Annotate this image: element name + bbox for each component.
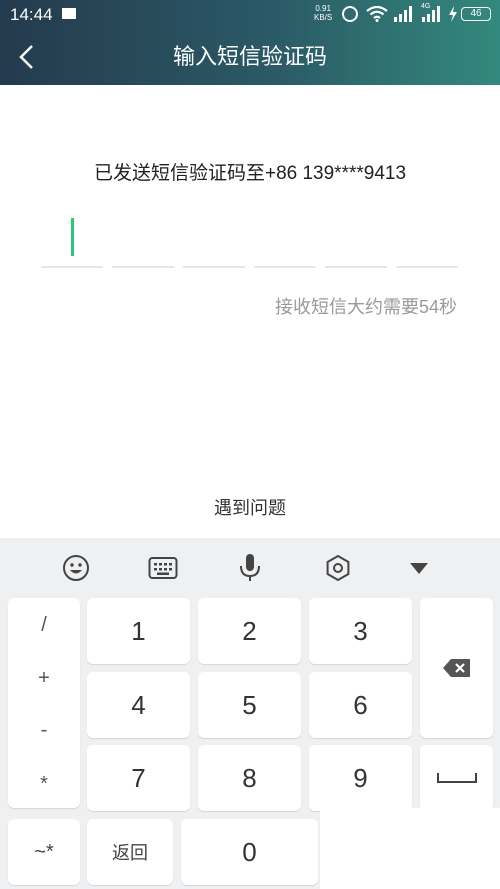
sent-message: 已发送短信验证码至+86 139****9413 <box>93 163 407 184</box>
app-header: 14:44 0.91 KB/S 4G 46 输入短信验证码 <box>0 0 500 85</box>
space-icon <box>436 773 477 783</box>
keyboard-blank-area <box>320 808 500 889</box>
battery-icon: 46 <box>461 7 491 21</box>
symbol-column: / + - * <box>8 598 80 808</box>
text-cursor <box>71 218 74 256</box>
code-slot[interactable] <box>254 266 316 268</box>
numeric-keyboard: / + - * 1 2 3 4 5 6 7 8 9 ~* 返回 0 <box>0 538 500 889</box>
status-bar: 14:44 0.91 KB/S 4G 46 <box>0 0 500 30</box>
digit-key-9[interactable]: 9 <box>309 745 412 811</box>
emoji-icon <box>63 555 89 581</box>
code-slot[interactable] <box>112 266 174 268</box>
net-speed-unit: KB/S <box>314 13 333 22</box>
voice-input-button[interactable] <box>234 552 266 584</box>
digit-key-4[interactable]: 4 <box>87 672 190 738</box>
digit-key-7[interactable]: 7 <box>87 745 190 811</box>
code-slot[interactable] <box>41 266 103 268</box>
digit-key-3[interactable]: 3 <box>309 598 412 664</box>
collapse-icon <box>410 563 428 574</box>
digit-key-2[interactable]: 2 <box>198 598 301 664</box>
symbol-switch-key[interactable]: ~* <box>8 819 80 885</box>
charging-icon <box>449 6 457 22</box>
space-key[interactable] <box>420 745 493 811</box>
resend-countdown: 接收短信大约需要54秒 <box>274 297 457 317</box>
collapse-keyboard-button[interactable] <box>403 552 435 584</box>
signal-icon <box>394 6 412 22</box>
keyboard-toolbar <box>0 538 500 596</box>
digit-key-1[interactable]: 1 <box>87 598 190 664</box>
symbol-key-slash[interactable]: / <box>8 614 80 637</box>
help-link[interactable]: 遇到问题 <box>0 494 500 520</box>
backspace-icon <box>442 659 470 677</box>
wifi-icon <box>366 6 388 22</box>
settings-button[interactable] <box>322 552 354 584</box>
code-slot[interactable] <box>183 266 245 268</box>
digit-key-0[interactable]: 0 <box>181 819 318 885</box>
net-speed: 0.91 KB/S <box>314 4 332 22</box>
net-speed-value: 0.91 <box>315 4 331 13</box>
code-slot[interactable] <box>396 266 458 268</box>
emoji-button[interactable] <box>60 552 92 584</box>
page-title: 输入短信验证码 <box>172 44 327 69</box>
keyboard-switch-button[interactable] <box>147 552 179 584</box>
code-slot[interactable] <box>325 266 387 268</box>
symbol-key-asterisk[interactable]: * <box>8 773 80 796</box>
alarm-icon <box>342 6 358 22</box>
digit-key-8[interactable]: 8 <box>198 745 301 811</box>
backspace-key[interactable] <box>420 598 493 738</box>
digit-key-6[interactable]: 6 <box>309 672 412 738</box>
symbol-key-plus[interactable]: + <box>8 667 80 690</box>
settings-icon <box>326 554 350 582</box>
microphone-icon <box>240 554 260 581</box>
symbol-key-minus[interactable]: - <box>8 719 80 742</box>
status-time: 14:44 <box>10 5 53 24</box>
mail-notification-icon <box>62 8 76 19</box>
keyboard-icon <box>148 557 178 579</box>
digit-key-5[interactable]: 5 <box>198 672 301 738</box>
return-key[interactable]: 返回 <box>87 819 173 885</box>
signal-4g-icon <box>422 6 440 22</box>
